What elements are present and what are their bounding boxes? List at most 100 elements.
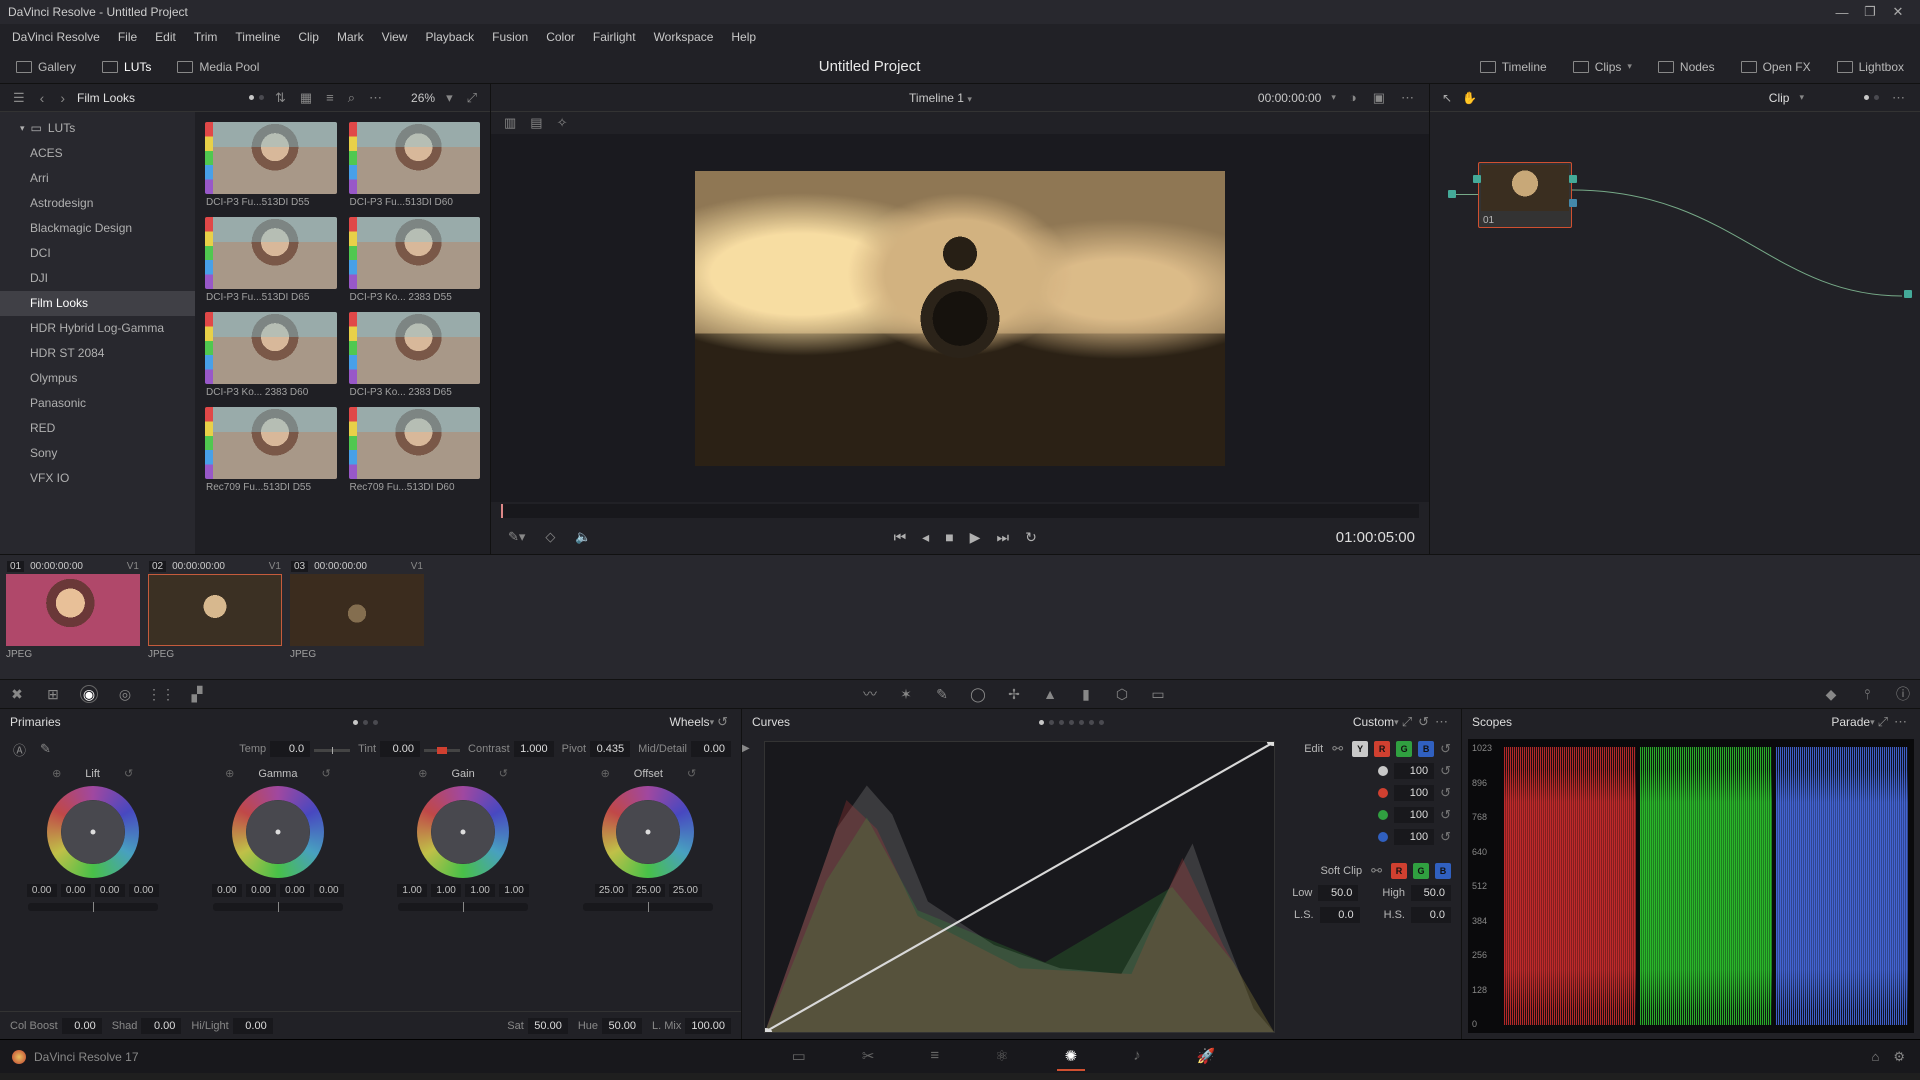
clip-thumbnail[interactable]: 0300:00:00:00V1JPEG [290,559,424,677]
menu-view[interactable]: View [374,27,416,47]
softclip-link-icon[interactable]: ⚯ [1368,863,1385,879]
more-icon[interactable]: ⋯ [366,90,385,106]
lut-preset[interactable]: DCI-P3 Fu...513DI D55 [205,122,337,211]
node-in-port[interactable] [1473,175,1481,183]
mute-icon[interactable]: 🔈 [572,529,594,545]
gamma-master-wheel[interactable] [213,903,343,911]
node-mode[interactable]: Clip [1769,91,1790,105]
primaries-mode[interactable]: Wheels [670,715,710,729]
auto-balance-icon[interactable]: Ⓐ [10,740,29,759]
lift-value[interactable]: 0.00 [61,884,91,897]
timeline-toggle[interactable]: Timeline [1474,56,1553,78]
luts-folder-film-looks[interactable]: Film Looks [0,291,195,316]
curve-collapse-icon[interactable]: ▶ [742,743,750,754]
page-edit[interactable]: ≡ [922,1043,947,1071]
hue-value[interactable]: 50.00 [602,1018,642,1034]
gain-picker-icon[interactable]: ⊕ [418,767,427,780]
chevron-down-icon[interactable]: ▾ [443,90,456,106]
gain-value[interactable]: 1.00 [465,884,495,897]
luts-folder-hdr-hybrid-log-gamma[interactable]: HDR Hybrid Log-Gamma [0,316,195,341]
zoom-level[interactable]: 26% [411,91,435,105]
lut-preset[interactable]: DCI-P3 Fu...513DI D60 [349,122,481,211]
intensity-r[interactable]: 100 [1394,785,1434,801]
sc-channel-g[interactable]: G [1413,863,1429,879]
page-fusion[interactable]: ⚛ [987,1043,1016,1071]
temp-value[interactable]: 0.0 [270,741,310,757]
key-icon[interactable]: ⬡ [1113,685,1131,703]
page-fairlight[interactable]: ♪ [1125,1043,1149,1071]
viewer-mode-icon[interactable]: ▤ [527,115,545,131]
sort-icon[interactable]: ⇅ [272,90,289,106]
intensity-g-dot[interactable] [1378,810,1388,820]
rgb-mixer-icon[interactable]: ⋮⋮ [152,685,170,703]
menu-davinci-resolve[interactable]: DaVinci Resolve [4,27,108,47]
menu-color[interactable]: Color [538,27,583,47]
curves-more-icon[interactable]: ⋯ [1432,714,1451,730]
menu-fusion[interactable]: Fusion [484,27,536,47]
luts-folder-arri[interactable]: Arri [0,166,195,191]
page-cut[interactable]: ✂ [854,1043,883,1071]
play-button[interactable]: ▶ [970,529,981,546]
clips-toggle[interactable]: Clips▾ [1567,56,1638,78]
sc-channel-b[interactable]: B [1435,863,1451,879]
menu-fairlight[interactable]: Fairlight [585,27,644,47]
first-frame-button[interactable]: ⏮ [894,529,907,546]
nodes-toggle[interactable]: Nodes [1652,56,1721,78]
low-value[interactable]: 50.0 [1318,885,1358,901]
keyframes-icon[interactable]: ◆ [1822,685,1840,703]
luts-folder-vfx-io[interactable]: VFX IO [0,466,195,491]
openfx-toggle[interactable]: Open FX [1735,56,1817,78]
scopes-icon[interactable]: ⫯ [1858,685,1876,703]
lightbox-toggle[interactable]: Lightbox [1831,56,1910,78]
wand-icon[interactable]: ✧ [554,115,571,131]
list-view-icon[interactable]: ≡ [323,90,337,105]
offset-value[interactable]: 25.00 [669,884,702,897]
picker-icon[interactable]: ✎ [37,741,54,757]
lift-value[interactable]: 0.00 [129,884,159,897]
intensity-b[interactable]: 100 [1394,829,1434,845]
sizing-icon[interactable]: ▭ [1149,685,1167,703]
hilight-value[interactable]: 0.00 [233,1018,273,1034]
window-minimize[interactable]: — [1828,5,1856,20]
link-icon[interactable]: ⚯ [1329,741,1346,757]
gain-value[interactable]: 1.00 [431,884,461,897]
curves-graph[interactable] [764,741,1275,1033]
menu-workspace[interactable]: Workspace [646,27,722,47]
intensity-y-dot[interactable] [1378,766,1388,776]
luts-folder-dji[interactable]: DJI [0,266,195,291]
hand-tool-icon[interactable]: ✋ [1462,91,1477,105]
primaries-wheels-icon[interactable]: ◉ [80,685,98,703]
tint-value[interactable]: 0.00 [380,741,420,757]
scopes-mode[interactable]: Parade [1831,715,1870,729]
reset-b-icon[interactable]: ↺ [1440,829,1451,845]
menu-playback[interactable]: Playback [417,27,482,47]
window-close[interactable]: ✕ [1884,4,1912,20]
luts-folder-hdr-st-2084[interactable]: HDR ST 2084 [0,341,195,366]
luts-folder-sony[interactable]: Sony [0,441,195,466]
split-view-icon[interactable]: ▣ [1370,90,1388,106]
gain-reset-icon[interactable]: ↺ [499,767,508,780]
expand-icon[interactable]: ⤢ [464,90,480,106]
lmix-value[interactable]: 100.00 [685,1018,731,1034]
menu-edit[interactable]: Edit [147,27,184,47]
pivot-value[interactable]: 0.435 [590,741,630,757]
edit-reset-icon[interactable]: ↺ [1440,741,1451,757]
menu-clip[interactable]: Clip [290,27,327,47]
luts-folder-dci[interactable]: DCI [0,241,195,266]
gamma-color-wheel[interactable] [232,786,324,878]
offset-color-wheel[interactable] [602,786,694,878]
shad-value[interactable]: 0.00 [141,1018,181,1034]
menu-file[interactable]: File [110,27,145,47]
luts-tree-root[interactable]: ▾ ▭ LUTs [0,116,195,141]
luts-folder-olympus[interactable]: Olympus [0,366,195,391]
viewer-more-icon[interactable]: ⋯ [1398,90,1417,106]
lift-value[interactable]: 0.00 [27,884,57,897]
mediapool-toggle[interactable]: Media Pool [171,56,265,78]
channel-g[interactable]: G [1396,741,1412,757]
gallery-toggle[interactable]: Gallery [10,56,82,78]
page-color[interactable]: ✺ [1057,1043,1086,1071]
gain-value[interactable]: 1.00 [499,884,529,897]
motion-effects-icon[interactable]: ▞ [188,685,206,703]
loop-button[interactable]: ↻ [1025,529,1037,546]
pointer-tool-icon[interactable]: ↖ [1442,91,1452,105]
